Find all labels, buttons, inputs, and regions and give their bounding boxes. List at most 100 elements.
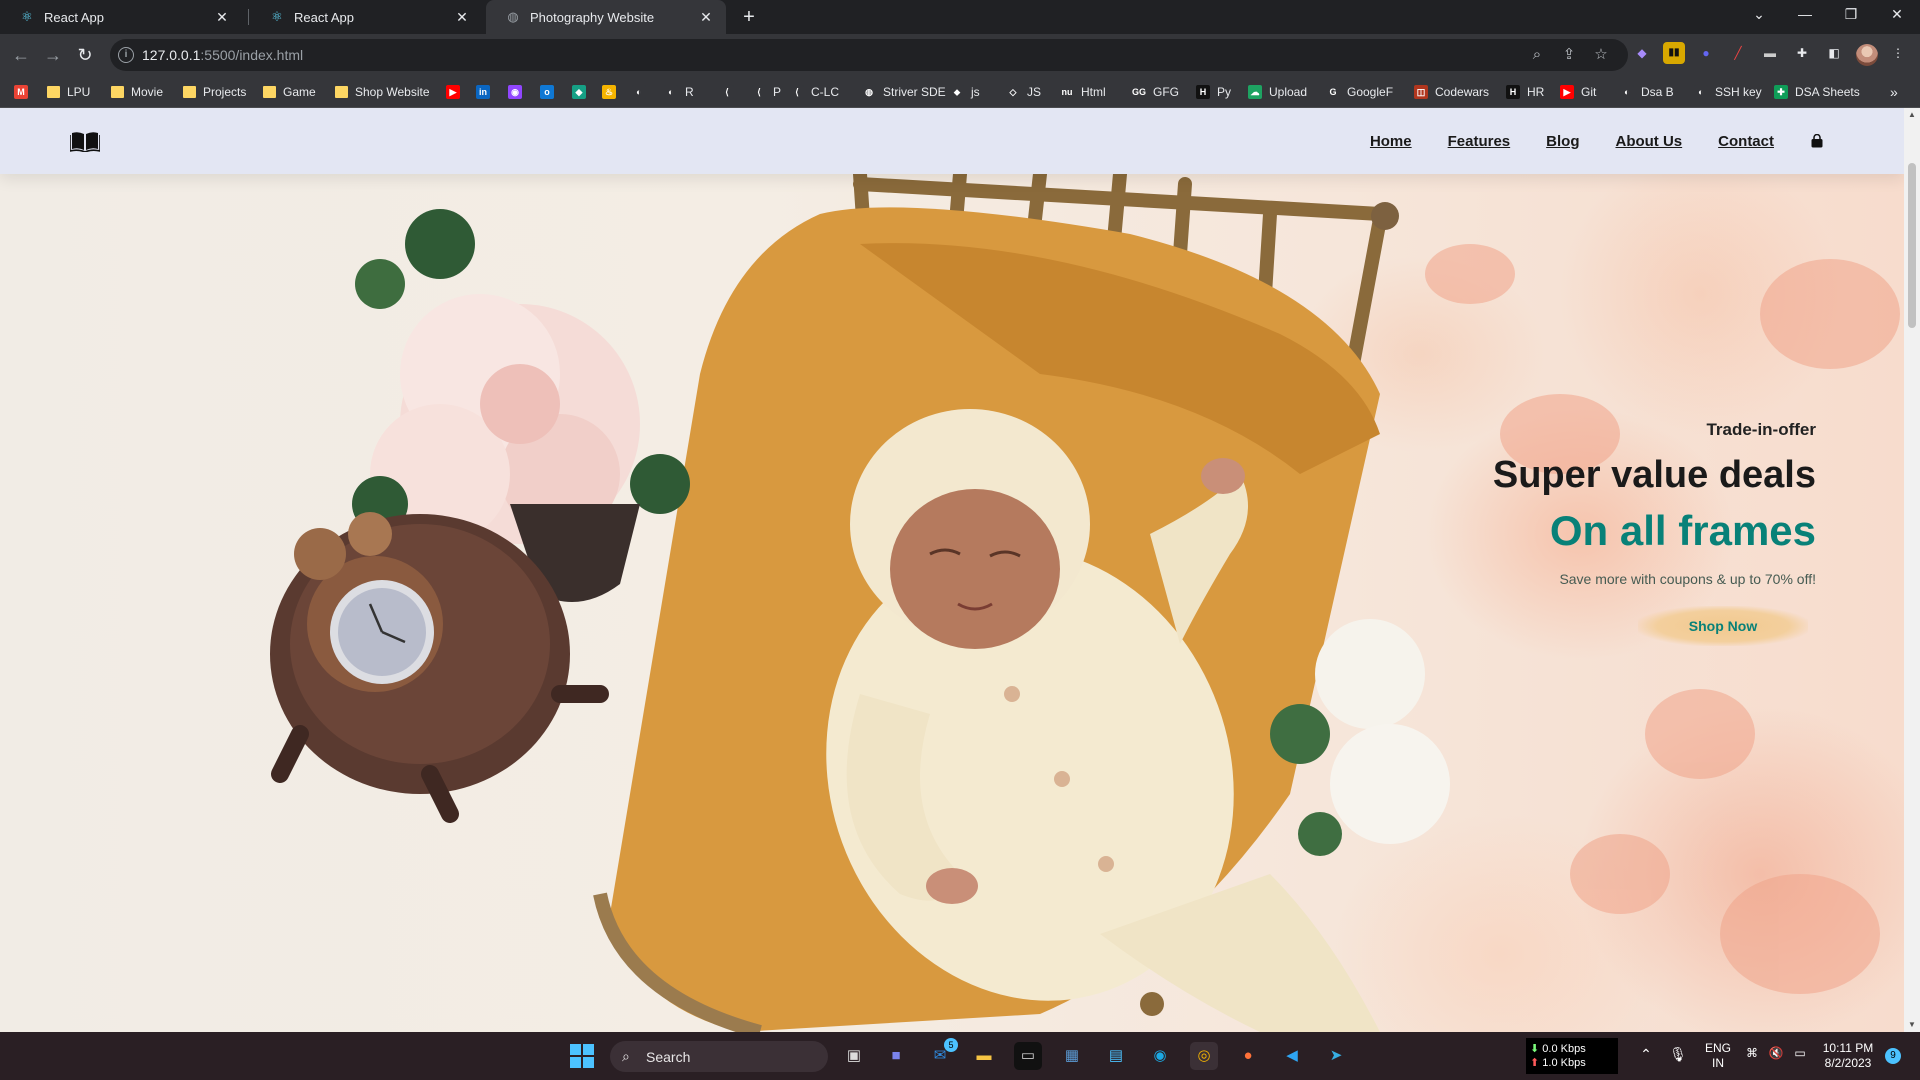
flame-icon: ♨ xyxy=(602,85,616,99)
forward-button[interactable]: → xyxy=(40,42,66,68)
bookmark-item[interactable]: H HR xyxy=(1506,82,1544,102)
bookmark-item[interactable]: ◉ xyxy=(508,82,529,102)
tab-photography-website[interactable]: ◍ Photography Website ✕ xyxy=(486,0,726,34)
more-bookmarks-icon[interactable]: » xyxy=(1890,82,1898,102)
bookmark-label: Dsa B xyxy=(1641,85,1674,99)
bookmark-item[interactable]: ◫ Codewars xyxy=(1414,82,1489,102)
close-icon[interactable]: ✕ xyxy=(214,9,230,26)
tab-react-app-1[interactable]: ⚛ React App ✕ xyxy=(0,0,242,34)
volume-muted-icon[interactable]: 🔇 xyxy=(1768,1046,1784,1060)
bookmark-item[interactable]: Projects xyxy=(182,82,246,102)
task-view-icon[interactable]: ▣ xyxy=(840,1042,868,1070)
google-icon: G xyxy=(1326,85,1340,99)
bookmark-item[interactable]: ⟨ P xyxy=(752,82,781,102)
extension-icon[interactable]: ▬ xyxy=(1759,42,1781,64)
bookmark-item[interactable]: Movie xyxy=(110,82,163,102)
bookmark-star-icon[interactable]: ☆ xyxy=(1592,46,1610,64)
bookmark-item[interactable]: ▶ xyxy=(446,82,467,102)
menu-icon[interactable]: ⋮ xyxy=(1887,42,1909,64)
bookmark-item[interactable]: ◍ Striver SDE xyxy=(862,82,946,102)
notepad-icon[interactable]: ▤ xyxy=(1102,1042,1130,1070)
clock[interactable]: 10:11 PM 8/2/2023 xyxy=(1818,1041,1878,1071)
bookmark-item[interactable]: ✚ DSA Sheets xyxy=(1774,82,1860,102)
network-icon[interactable]: ⌘ xyxy=(1744,1046,1760,1060)
extension-icon[interactable]: ◆ xyxy=(1631,42,1653,64)
bookmark-item[interactable]: ◐ R xyxy=(664,82,694,102)
new-tab-button[interactable]: + xyxy=(736,4,762,30)
close-icon[interactable]: ✕ xyxy=(698,9,714,26)
scroll-up-icon[interactable]: ▲ xyxy=(1904,108,1920,122)
nav-blog[interactable]: Blog xyxy=(1546,133,1579,150)
taskbar-search[interactable]: ⌕ Search xyxy=(610,1041,828,1072)
youtube-icon: ▶ xyxy=(1560,85,1574,99)
avatar[interactable] xyxy=(1856,44,1878,66)
bookmark-item[interactable]: ◆ xyxy=(572,82,593,102)
notification-badge[interactable]: 9 xyxy=(1885,1048,1901,1064)
net-up: 1.0 Kbps xyxy=(1542,1057,1586,1069)
side-panel-icon[interactable]: ◧ xyxy=(1823,42,1845,64)
calculator-icon[interactable]: ▦ xyxy=(1058,1042,1086,1070)
window-close-button[interactable]: ✕ xyxy=(1874,0,1920,30)
bookmark-item[interactable]: M xyxy=(14,82,35,102)
reload-button[interactable]: ↻ xyxy=(72,42,98,68)
chevron-up-icon[interactable]: ⌃ xyxy=(1636,1046,1656,1063)
firefox-icon[interactable]: ● xyxy=(1234,1042,1262,1070)
bookmark-item[interactable]: o xyxy=(540,82,561,102)
terminal-icon[interactable]: ▭ xyxy=(1014,1042,1042,1070)
file-explorer-icon[interactable]: ▬ xyxy=(970,1042,998,1070)
back-button[interactable]: ← xyxy=(8,42,34,68)
nav-home[interactable]: Home xyxy=(1370,133,1412,150)
nav-features[interactable]: Features xyxy=(1448,133,1511,150)
bookmark-item[interactable]: ☁ Upload xyxy=(1248,82,1307,102)
puzzle-icon[interactable]: ✚ xyxy=(1791,42,1813,64)
battery-icon[interactable]: ▭ xyxy=(1792,1046,1808,1060)
restore-button[interactable]: ❐ xyxy=(1828,0,1874,30)
tab-react-app-2[interactable]: ⚛ React App ✕ xyxy=(250,0,482,34)
windows-start-icon[interactable] xyxy=(570,1044,594,1068)
extension-icon[interactable]: ● xyxy=(1695,42,1717,64)
edge-icon[interactable]: ◉ xyxy=(1146,1042,1174,1070)
bookmark-item[interactable]: Shop Website xyxy=(334,82,430,102)
vertical-scrollbar[interactable]: ▲ ▼ xyxy=(1904,108,1920,1032)
bookmark-item[interactable]: ⬥ js xyxy=(950,82,980,102)
share-icon[interactable]: ⇪ xyxy=(1560,46,1578,64)
bookmark-item[interactable]: in xyxy=(476,82,497,102)
chrome-icon[interactable]: ◎ xyxy=(1190,1042,1218,1070)
address-bar[interactable]: i 127.0.0.1:5500/index.html ⌕ ⇪ ☆ xyxy=(110,39,1628,71)
bookmark-item[interactable]: ⟨ xyxy=(720,82,741,102)
book-logo-icon[interactable] xyxy=(70,130,100,152)
extension-icon[interactable]: ▮▮ xyxy=(1663,42,1685,64)
shop-now-button[interactable]: Shop Now xyxy=(1638,606,1808,646)
language-indicator[interactable]: ENG IN xyxy=(1700,1041,1736,1071)
bookmark-item[interactable]: ◐ SSH key xyxy=(1694,82,1762,102)
bookmark-item[interactable]: Game xyxy=(262,82,316,102)
extension-icon[interactable]: ╱ xyxy=(1727,42,1749,64)
url-text[interactable]: 127.0.0.1:5500/index.html xyxy=(142,47,303,63)
shopping-bag-icon[interactable] xyxy=(1810,134,1824,148)
zoom-icon[interactable]: ⌕ xyxy=(1528,46,1546,64)
bookmark-item[interactable]: ▶ Git xyxy=(1560,82,1596,102)
bookmark-label: DSA Sheets xyxy=(1795,85,1860,99)
scrollbar-thumb[interactable] xyxy=(1908,163,1916,328)
telegram-icon[interactable]: ➤ xyxy=(1322,1042,1350,1070)
bookmark-item[interactable]: ♨ xyxy=(602,82,623,102)
close-icon[interactable]: ✕ xyxy=(454,9,470,26)
bookmark-item[interactable]: H Py xyxy=(1196,82,1231,102)
bookmark-item[interactable]: nu Html xyxy=(1060,82,1106,102)
tab-search-button[interactable]: ⌄ xyxy=(1736,0,1782,30)
bookmark-item[interactable]: ◐ xyxy=(632,82,653,102)
site-info-icon[interactable]: i xyxy=(118,47,134,63)
bookmark-item[interactable]: ◐ Dsa B xyxy=(1620,82,1674,102)
minimize-button[interactable]: — xyxy=(1782,0,1828,30)
microphone-icon[interactable]: 🎙 xyxy=(1668,1046,1688,1063)
bookmark-item[interactable]: G GoogleF xyxy=(1326,82,1393,102)
nav-contact[interactable]: Contact xyxy=(1718,133,1774,150)
nav-about-us[interactable]: About Us xyxy=(1615,133,1682,150)
vscode-icon[interactable]: ◀ xyxy=(1278,1042,1306,1070)
bookmark-item[interactable]: LPU xyxy=(46,82,90,102)
teams-icon[interactable]: ■ xyxy=(882,1042,910,1070)
bookmark-item[interactable]: GG GFG xyxy=(1132,82,1179,102)
scroll-down-icon[interactable]: ▼ xyxy=(1904,1018,1920,1032)
bookmark-item[interactable]: ◇ JS xyxy=(1006,82,1041,102)
bookmark-item[interactable]: ⟨ C-LC xyxy=(790,82,839,102)
